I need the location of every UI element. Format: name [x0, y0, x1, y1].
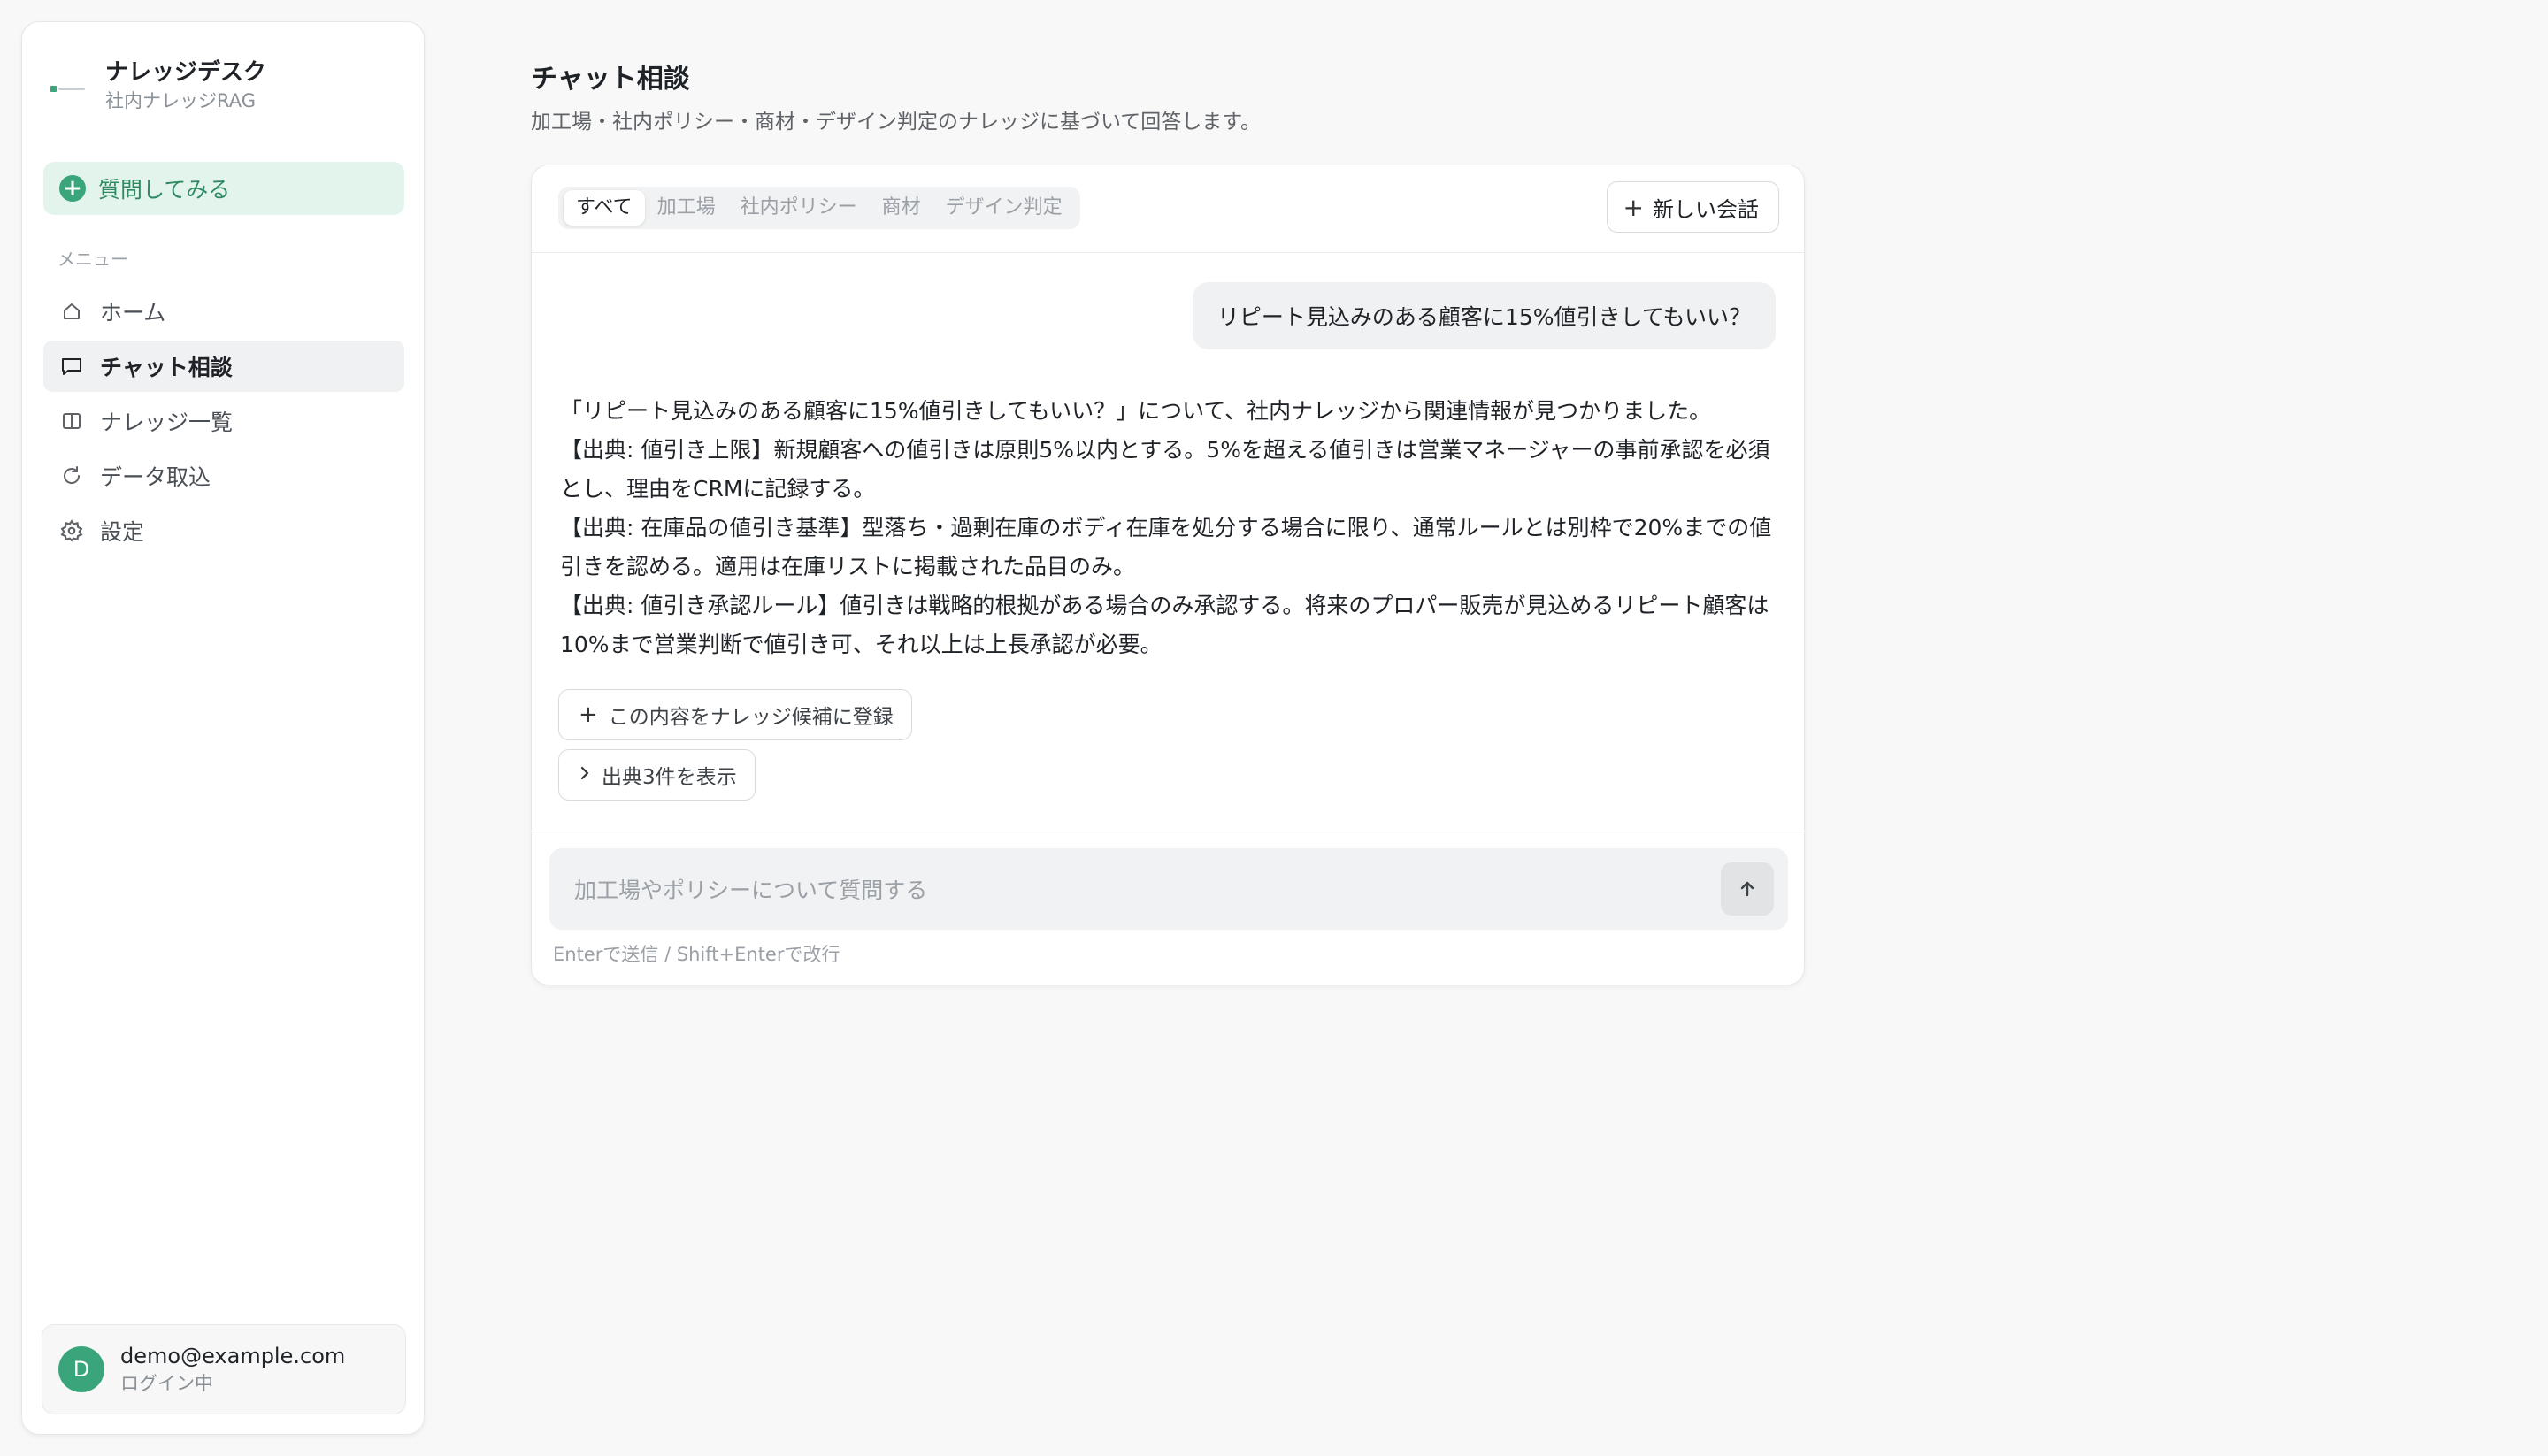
home-icon [59, 299, 84, 324]
filter-tabs: すべて 加工場 社内ポリシー 商材 デザイン判定 [558, 187, 1080, 229]
gear-icon [59, 518, 84, 543]
assistant-answer: 「リピート見込みのある顧客に15%値引きしてもいい？」について、社内ナレッジから… [560, 392, 1781, 664]
avatar: D [58, 1346, 104, 1392]
brand-logo-icon [50, 77, 88, 100]
sidebar-item-label: ホーム [100, 300, 166, 326]
filter-tab-product[interactable]: 商材 [870, 190, 933, 226]
input-hint: Enterで送信 / Shift+Enterで改行 [553, 944, 840, 965]
brand-title: ナレッジデスク [105, 59, 267, 86]
show-sources-label: 出典3件を表示 [602, 766, 737, 789]
filter-tab-policy[interactable]: 社内ポリシー [728, 190, 870, 226]
register-knowledge-button[interactable]: + この内容をナレッジ候補に登録 [558, 689, 912, 740]
sidebar-item-home[interactable]: ホーム [43, 286, 404, 337]
ask-question-button[interactable]: + 質問してみる [43, 162, 404, 215]
sidebar-item-label: ナレッジ一覧 [100, 410, 234, 435]
register-knowledge-label: この内容をナレッジ候補に登録 [608, 706, 894, 729]
menu-heading: メニュー [58, 249, 128, 270]
book-icon [59, 409, 84, 433]
filter-tab-all[interactable]: すべて [564, 190, 645, 226]
new-chat-label: 新しい会話 [1653, 196, 1759, 222]
answer-line: 【出典: 値引き承認ルール】値引きは戦略的根拠がある場合のみ承認する。将来のプロ… [560, 593, 1769, 657]
user-email: demo@example.com [120, 1344, 346, 1368]
sidebar: ナレッジデスク 社内ナレッジRAG + 質問してみる メニュー ホーム チャット… [21, 21, 425, 1435]
divider [532, 252, 1804, 253]
sidebar-item-label: データ取込 [100, 464, 211, 490]
new-chat-button[interactable]: + 新しい会話 [1606, 181, 1779, 233]
chevron-right-icon [579, 762, 591, 788]
sidebar-item-knowledge[interactable]: ナレッジ一覧 [43, 395, 404, 447]
sidebar-nav: ホーム チャット相談 ナレッジ一覧 データ取込 設定 [43, 286, 404, 560]
page-description: 加工場・社内ポリシー・商材・デザイン判定のナレッジに基づいて回答します。 [531, 111, 1262, 134]
chat-input[interactable] [572, 866, 1682, 914]
user-status: ログイン中 [120, 1373, 213, 1394]
refresh-icon [59, 464, 84, 488]
user-card[interactable]: D demo@example.com ログイン中 [42, 1324, 406, 1414]
send-button[interactable] [1721, 862, 1774, 916]
chat-panel: すべて 加工場 社内ポリシー 商材 デザイン判定 + 新しい会話 リピート見込み… [531, 165, 1805, 985]
ask-question-label: 質問してみる [98, 177, 231, 203]
arrow-up-icon [1740, 881, 1754, 897]
sidebar-item-label: 設定 [100, 519, 145, 545]
sidebar-item-import[interactable]: データ取込 [43, 450, 404, 502]
brand-subtitle: 社内ナレッジRAG [105, 90, 257, 111]
answer-line: 「リピート見込みのある顧客に15%値引きしてもいい？」について、社内ナレッジから… [560, 398, 1712, 424]
plus-circle-icon: + [59, 175, 86, 202]
plus-icon: + [1623, 192, 1644, 222]
plus-icon: + [579, 701, 598, 728]
show-sources-button[interactable]: 出典3件を表示 [558, 749, 756, 801]
answer-line: 【出典: 在庫品の値引き基準】型落ち・過剰在庫のボディ在庫を処分する場合に限り、… [560, 515, 1772, 579]
page-title: チャット相談 [531, 64, 690, 95]
filter-tab-design[interactable]: デザイン判定 [933, 190, 1075, 226]
user-message-bubble: リピート見込みのある顧客に15%値引きしてもいい？ [1192, 282, 1776, 349]
chat-input-box [549, 848, 1788, 930]
chat-icon [59, 354, 84, 379]
sidebar-item-label: チャット相談 [100, 355, 233, 380]
brand: ナレッジデスク 社内ナレッジRAG [50, 57, 266, 114]
sidebar-item-settings[interactable]: 設定 [43, 505, 404, 556]
sidebar-item-chat[interactable]: チャット相談 [43, 341, 404, 392]
filter-tab-factory[interactable]: 加工場 [645, 190, 728, 226]
answer-line: 【出典: 値引き上限】新規顧客への値引きは原則5%以内とする。5%を超える値引き… [560, 437, 1770, 502]
